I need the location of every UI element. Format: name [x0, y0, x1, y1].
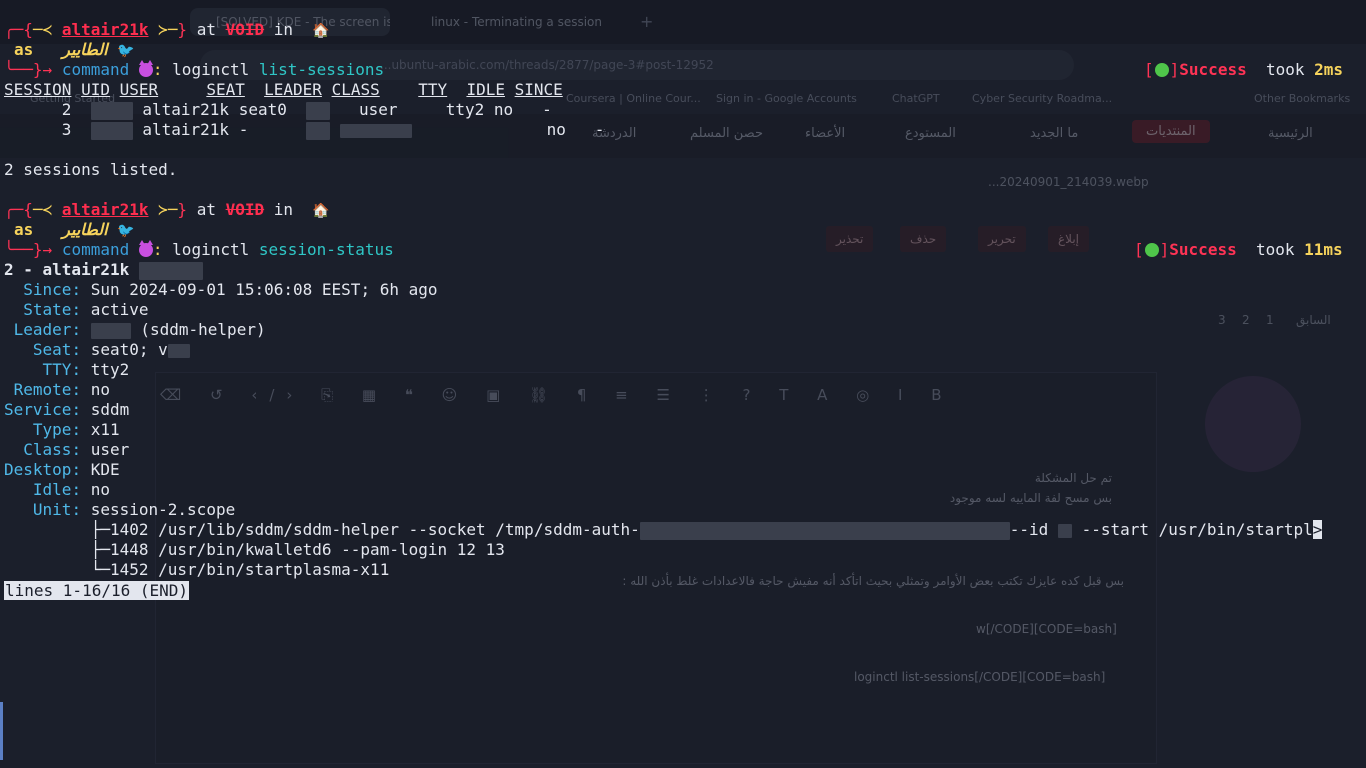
- command-label: command: [61, 60, 130, 79]
- table-row: 2 altair21k seat0 user tty2 no -: [61, 100, 552, 120]
- process-line: └─1452 /usr/bin/startplasma-x11: [90, 560, 390, 579]
- took-label: took: [1265, 60, 1305, 79]
- status-field: Type: x11: [32, 420, 120, 439]
- redacted-block: [167, 343, 190, 358]
- process-line: ├─1448 /usr/bin/kwalletd6 --pam-login 12…: [90, 540, 505, 559]
- redacted-block: [1057, 523, 1072, 538]
- command-args: list-sessions: [258, 60, 385, 79]
- prompt-in: in: [273, 20, 294, 39]
- status-field: Service: sddm: [4, 400, 130, 419]
- status-field: Remote: no: [13, 380, 110, 399]
- prompt-as: as: [14, 40, 34, 59]
- redacted-block: [339, 123, 412, 138]
- redacted-block: [138, 261, 203, 280]
- status-field: Unit: session-2.scope: [32, 500, 236, 519]
- prompt-user: الطايير: [62, 40, 108, 59]
- command-program: loginctl: [172, 60, 250, 79]
- scroll-indicator[interactable]: [0, 702, 3, 760]
- devil-icon: [138, 60, 153, 77]
- home-icon: 🏠: [312, 203, 330, 219]
- redacted-block: [306, 101, 331, 120]
- success-label: Success: [1179, 60, 1247, 79]
- status-dot-icon: [1144, 243, 1159, 257]
- status-field: State: active: [23, 300, 149, 319]
- prompt-at: at: [196, 20, 216, 39]
- command-args: session-status: [258, 240, 394, 259]
- bird-icon: 🐦: [117, 223, 135, 239]
- prompt-line-2: as الطايير 🐦: [14, 220, 135, 239]
- command-status: []Success took 11ms: [1134, 240, 1343, 259]
- overflow-marker: >: [1312, 520, 1323, 539]
- prompt-line-3: ╰──}→ command : loginctl list-sessions: [4, 60, 385, 79]
- status-field: Desktop: KDE: [4, 460, 120, 479]
- terminal[interactable]: ╭─{─≺ altair21k ≻─} at VOID in 🏠 as الطا…: [0, 0, 1366, 768]
- process-line: ├─1402 /usr/lib/sddm/sddm-helper --socke…: [90, 520, 1323, 540]
- duration: 2ms: [1314, 60, 1344, 79]
- command-status: []Success took 2ms: [1144, 60, 1344, 79]
- redacted-block: [90, 121, 133, 140]
- status-field: TTY: tty2: [42, 360, 130, 379]
- table-header: SESSION UID USER SEAT LEADER CLASS TTY I…: [4, 80, 563, 99]
- bird-icon: 🐦: [117, 43, 135, 59]
- status-dot-icon: [1154, 63, 1169, 77]
- prompt-host: altair21k: [61, 20, 149, 39]
- prompt-void: VOID: [225, 20, 265, 39]
- sessions-summary: 2 sessions listed.: [4, 160, 178, 179]
- prompt-line-3: ╰──}→ command : loginctl session-status: [4, 240, 394, 259]
- status-field: Leader: (sddm-helper): [13, 320, 266, 339]
- redacted-block: [90, 101, 133, 120]
- status-field: Since: Sun 2024-09-01 15:06:08 EEST; 6h …: [23, 280, 438, 299]
- status-field: Class: user: [23, 440, 130, 459]
- prompt-line-1: ╭─{─≺ altair21k ≻─} at VOID in 🏠: [4, 20, 330, 39]
- session-title: 2 - altair21k: [4, 260, 203, 280]
- home-icon: 🏠: [312, 23, 330, 39]
- status-field: Seat: seat0; v: [4, 340, 190, 360]
- prompt-line-1: ╭─{─≺ altair21k ≻─} at VOID in 🏠: [4, 200, 330, 219]
- prompt-line-2: as الطايير 🐦: [4, 40, 135, 60]
- devil-icon: [138, 240, 153, 257]
- redacted-block: [90, 322, 131, 339]
- redacted-block: [306, 121, 331, 140]
- status-field: Idle: no: [32, 480, 110, 499]
- table-row: 3 altair21k - no -: [61, 120, 605, 140]
- pager-status: lines 1-16/16 (END): [4, 581, 190, 600]
- redacted-block: [639, 521, 1010, 540]
- command-program: loginctl: [172, 240, 250, 259]
